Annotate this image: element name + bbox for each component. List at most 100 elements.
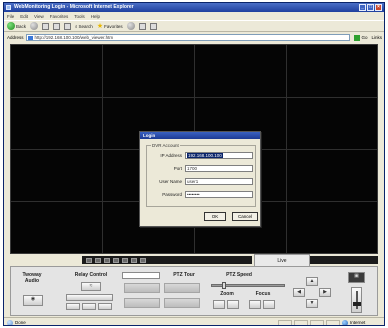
favorites-star-icon: ★ xyxy=(96,22,104,30)
status-cell xyxy=(310,319,324,325)
ptz-up-button[interactable]: ▲ xyxy=(306,277,318,286)
window-title: WebMonitoring Login - Microsoft Internet… xyxy=(14,4,134,10)
volume-slider[interactable] xyxy=(351,287,362,313)
ie-icon xyxy=(6,5,11,10)
user-name-row: User Name user1 xyxy=(151,178,253,185)
menu-favorites[interactable]: Favorites xyxy=(50,14,69,19)
zoom-out-button[interactable] xyxy=(213,300,225,309)
password-label: Password xyxy=(162,192,182,197)
internet-zone-icon xyxy=(342,319,348,325)
maximize-button[interactable]: □ xyxy=(367,4,374,11)
back-arrow-icon xyxy=(7,22,15,30)
menu-view[interactable]: View xyxy=(34,14,44,19)
close-button[interactable]: × xyxy=(375,4,382,11)
ptz-tour-stop-button[interactable] xyxy=(164,283,200,293)
status-bar: Done Internet xyxy=(4,317,384,325)
menu-file[interactable]: File xyxy=(7,14,14,19)
refresh-icon[interactable] xyxy=(53,22,61,30)
monitor-button[interactable]: ▣ xyxy=(348,272,365,283)
twoway-audio-button[interactable]: ◉ xyxy=(23,295,43,306)
menu-bar: File Edit View Favorites Tools Help xyxy=(4,12,384,20)
ptz-left-button[interactable]: ◀ xyxy=(293,288,305,297)
ptz-down-button[interactable]: ▼ xyxy=(306,299,318,308)
ptz-tour-title: PTZ Tour xyxy=(173,272,195,278)
dvr-account-group: DVR Account IP Address 192.168.100.100 P… xyxy=(146,143,256,207)
volume-thumb[interactable] xyxy=(353,302,361,306)
status-cell xyxy=(278,319,292,325)
address-input[interactable]: http://192.168.100.100/web_viewer.htm xyxy=(25,34,351,41)
record-icon[interactable] xyxy=(131,257,137,263)
ok-button[interactable]: OK xyxy=(204,212,226,221)
focus-far-button[interactable] xyxy=(263,300,275,309)
ip-address-input[interactable]: 192.168.100.100 xyxy=(185,152,253,159)
port-label: Port xyxy=(173,166,182,171)
stop-icon[interactable] xyxy=(42,22,50,30)
viewer-control-strip-right xyxy=(310,256,378,264)
user-name-input[interactable]: user1 xyxy=(185,178,253,185)
back-button[interactable]: Back xyxy=(7,22,26,30)
menu-edit[interactable]: Edit xyxy=(20,14,28,19)
layout-16-icon[interactable] xyxy=(113,257,119,263)
control-panel: Twoway Audio ◉ Relay Control ≈ PTZ Tour … xyxy=(10,266,378,316)
arrow-up-icon: ▲ xyxy=(309,278,315,284)
ip-address-row: IP Address 192.168.100.100 xyxy=(151,152,253,159)
layout-9-icon[interactable] xyxy=(104,257,110,263)
ptz-speed-title: PTZ Speed xyxy=(226,272,252,278)
relay-2-button[interactable] xyxy=(82,303,96,310)
zoom-in-button[interactable] xyxy=(227,300,239,309)
ptz-speed-thumb[interactable] xyxy=(221,282,226,289)
relay-output-button[interactable] xyxy=(66,294,113,301)
zoom-label: Zoom xyxy=(220,291,234,297)
relay-1-button[interactable] xyxy=(66,303,80,310)
go-label: Go xyxy=(361,35,368,40)
fullscreen-icon[interactable] xyxy=(140,257,146,263)
window-controls: _ □ × xyxy=(359,4,382,11)
menu-tools[interactable]: Tools xyxy=(74,14,85,19)
home-icon[interactable] xyxy=(64,22,72,30)
arrow-right-icon: ▶ xyxy=(323,289,327,295)
port-input[interactable]: 1700 xyxy=(185,165,253,172)
ptz-preset-go-button[interactable] xyxy=(164,298,200,308)
password-input[interactable]: •••••••• xyxy=(185,191,253,198)
links-label[interactable]: Links xyxy=(371,35,384,40)
minimize-button[interactable]: _ xyxy=(359,4,366,11)
ptz-right-button[interactable]: ▶ xyxy=(319,288,331,297)
twoway-audio-title: Twoway Audio xyxy=(22,272,42,284)
user-name-label: User Name xyxy=(159,179,182,184)
microphone-icon: ◉ xyxy=(30,296,36,302)
ip-address-value: 192.168.100.100 xyxy=(187,153,223,158)
relay-button[interactable]: ≈ xyxy=(81,282,101,291)
ptz-tour-start-button[interactable] xyxy=(124,283,160,293)
status-cell xyxy=(326,319,340,325)
go-button[interactable]: Go xyxy=(352,34,369,41)
grid-line xyxy=(11,97,377,98)
layout-1-icon[interactable] xyxy=(86,257,92,263)
history-icon[interactable] xyxy=(126,22,135,30)
password-row: Password •••••••• xyxy=(151,191,253,198)
status-text: Done xyxy=(15,320,26,325)
relay-3-button[interactable] xyxy=(98,303,112,310)
snapshot-icon[interactable] xyxy=(122,257,128,263)
print-icon[interactable] xyxy=(149,22,157,30)
standard-toolbar: Back ⌕ Search ★ Favorites xyxy=(4,20,384,32)
page-done-icon xyxy=(7,319,13,325)
focus-near-button[interactable] xyxy=(249,300,261,309)
back-label: Back xyxy=(16,23,27,29)
tab-live[interactable]: Live xyxy=(254,254,310,266)
cancel-button[interactable]: Cancel xyxy=(232,212,258,221)
page-icon xyxy=(27,36,33,40)
ptz-preset-set-button[interactable] xyxy=(124,298,160,308)
status-cell xyxy=(294,319,308,325)
volume-track xyxy=(356,291,358,309)
mail-icon[interactable] xyxy=(138,22,146,30)
go-arrow-icon xyxy=(354,34,361,41)
favorites-button[interactable]: ★ Favorites xyxy=(97,23,123,30)
ptz-tour-select[interactable] xyxy=(122,272,160,279)
browser-window: WebMonitoring Login - Microsoft Internet… xyxy=(3,2,385,326)
search-button[interactable]: ⌕ Search xyxy=(75,24,93,29)
address-bar: Address http://192.168.100.100/web_viewe… xyxy=(4,33,384,42)
search-label: Search xyxy=(78,23,93,29)
forward-button[interactable] xyxy=(30,22,39,30)
layout-4-icon[interactable] xyxy=(95,257,101,263)
menu-help[interactable]: Help xyxy=(91,14,100,19)
